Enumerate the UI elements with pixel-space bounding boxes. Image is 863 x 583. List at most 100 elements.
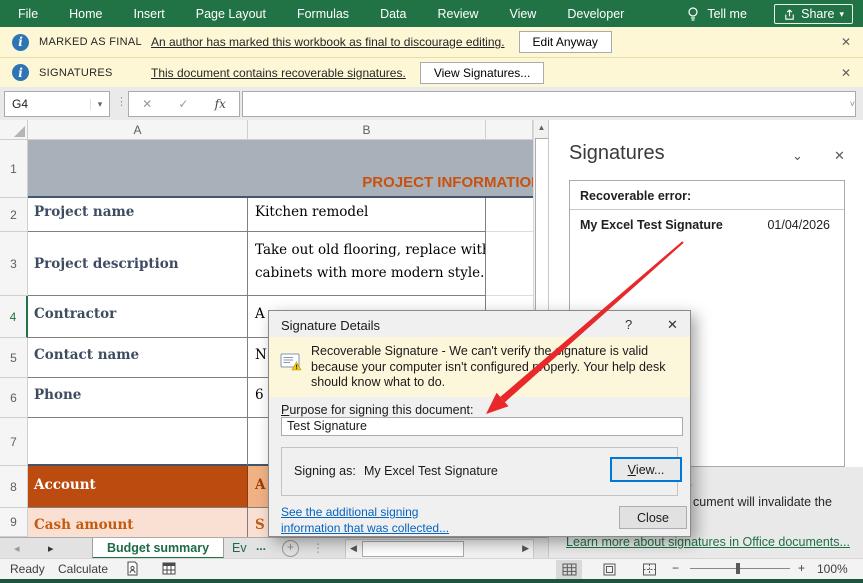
pane-close-icon[interactable]: ✕ (834, 148, 845, 164)
row-header-5[interactable]: 5 (0, 338, 28, 378)
scroll-left-icon[interactable]: ◀ (350, 543, 357, 554)
row-header-3[interactable]: 3 (0, 232, 28, 296)
cell-a1-project-information[interactable]: PROJECT INFORMATION (28, 140, 533, 198)
enter-icon[interactable]: ✓ (178, 97, 188, 111)
select-all-corner[interactable] (0, 120, 28, 140)
close-button[interactable]: Close (619, 506, 687, 529)
purpose-input[interactable]: Test Signature (281, 417, 683, 436)
sheet-tab-overflow[interactable]: ... (256, 539, 266, 553)
column-header-a[interactable]: A (28, 120, 248, 140)
description-line-1: Take out old flooring, replace with new … (255, 242, 485, 258)
info-icon: i (12, 34, 29, 51)
accessibility-checker-icon[interactable] (126, 561, 139, 579)
close-final-bar-icon[interactable]: ✕ (841, 35, 851, 49)
scroll-up-icon[interactable]: ▲ (534, 120, 549, 136)
row-header-9[interactable]: 9 (0, 508, 28, 537)
cell-a3-project-description[interactable]: Project description (28, 232, 248, 296)
pane-chevron-down-icon[interactable]: ⌄ (792, 148, 803, 164)
tab-formulas[interactable]: Formulas (297, 7, 349, 21)
edit-anyway-button[interactable]: Edit Anyway (519, 31, 612, 53)
formula-bar: G4 ▾ ⋮ ✕ ✓ fx ˅ (0, 87, 863, 121)
cell-a5-contact-name[interactable]: Contact name (28, 338, 248, 378)
name-box[interactable]: G4 ▾ (4, 91, 110, 117)
signing-as-label: Signing as: (294, 464, 356, 478)
view-signatures-button[interactable]: View Signatures... (420, 62, 545, 84)
zoom-level[interactable]: 100% (817, 562, 848, 576)
scroll-right-icon[interactable]: ▶ (522, 543, 529, 554)
note-fragment: cument will invalidate the (693, 495, 832, 509)
cell-b3-description[interactable]: Take out old flooring, replace with new … (248, 232, 486, 296)
row-header-2[interactable]: 2 (0, 198, 28, 232)
signing-as-group: Signing as: My Excel Test Signature View… (281, 447, 678, 496)
share-icon (783, 8, 796, 21)
tab-file[interactable]: File (18, 7, 38, 21)
sheet-tab-ev[interactable]: Ev (232, 541, 247, 555)
sheet-nav-right-icon[interactable]: ▸ (48, 542, 54, 555)
formula-input[interactable] (242, 91, 856, 117)
tell-me[interactable]: Tell me (686, 6, 747, 22)
dialog-help-icon[interactable]: ? (625, 317, 632, 332)
macro-record-icon[interactable] (162, 562, 176, 578)
insert-function-icon[interactable]: fx (215, 97, 226, 111)
zoom-in-button[interactable]: + (798, 561, 805, 575)
cell-a7[interactable] (28, 418, 248, 466)
tab-data[interactable]: Data (380, 7, 406, 21)
tab-page-layout[interactable]: Page Layout (196, 7, 266, 21)
row-header-1[interactable]: 1 (0, 140, 28, 198)
tab-developer[interactable]: Developer (567, 7, 624, 21)
zoom-out-button[interactable]: − (672, 561, 679, 575)
ribbon-tabs: File Home Insert Page Layout Formulas Da… (0, 6, 747, 22)
cell-b2-kitchen-remodel[interactable]: Kitchen remodel (248, 198, 486, 232)
page-layout-view-icon[interactable] (596, 560, 622, 579)
formula-bar-divider: ⋮ (116, 95, 127, 108)
zoom-slider[interactable] (690, 568, 790, 569)
normal-view-icon[interactable] (556, 560, 582, 579)
cell-a9-cash-amount[interactable]: Cash amount (28, 508, 248, 537)
signatures-bar: i SIGNATURES This document contains reco… (0, 58, 863, 88)
view-mnemonic: V (628, 463, 636, 477)
name-box-dropdown-icon[interactable]: ▾ (90, 99, 109, 110)
ribbon: File Home Insert Page Layout Formulas Da… (0, 0, 863, 27)
zoom-slider-thumb[interactable] (736, 563, 740, 574)
cancel-icon[interactable]: ✕ (142, 97, 152, 111)
cell-c2[interactable] (486, 198, 533, 232)
status-calculate[interactable]: Calculate (58, 562, 108, 576)
signature-details-dialog: Signature Details ? ✕ Recoverable Signat… (268, 310, 691, 537)
sheet-tab-budget-summary[interactable]: Budget summary (92, 538, 224, 559)
recoverable-error-heading: Recoverable error: (570, 181, 844, 210)
row-header-4-active[interactable]: 4 (0, 296, 28, 338)
window-bottom-edge (0, 579, 863, 583)
tab-view[interactable]: View (509, 7, 536, 21)
cell-c3[interactable] (486, 232, 533, 296)
lightbulb-icon (686, 6, 700, 22)
row-header-6[interactable]: 6 (0, 378, 28, 418)
dialog-close-icon[interactable]: ✕ (667, 317, 678, 333)
cell-a4-contractor[interactable]: Contractor (28, 296, 248, 338)
view-button[interactable]: View... (610, 457, 682, 482)
page-break-preview-icon[interactable] (636, 560, 662, 579)
sheet-nav-left-icon[interactable]: ◂ (14, 542, 20, 555)
tab-review[interactable]: Review (437, 7, 478, 21)
signature-date: 01/04/2026 (767, 218, 830, 232)
share-button[interactable]: Share ▾ (774, 4, 853, 24)
tab-insert[interactable]: Insert (134, 7, 165, 21)
horizontal-scrollbar[interactable]: ◀ ▶ (345, 539, 534, 559)
new-sheet-icon[interactable]: + (282, 540, 299, 557)
column-header-c[interactable] (486, 120, 533, 140)
expand-formula-bar-icon[interactable]: ˅ (850, 99, 855, 109)
tab-home[interactable]: Home (69, 7, 102, 21)
cell-a2-project-name[interactable]: Project name (28, 198, 248, 232)
cell-a6-phone[interactable]: Phone (28, 378, 248, 418)
formula-buttons: ✕ ✓ fx (128, 91, 240, 117)
column-header-b[interactable]: B (248, 120, 486, 140)
additional-signing-info-link[interactable]: See the additional signing information t… (281, 505, 449, 536)
signature-entry[interactable]: My Excel Test Signature 01/04/2026 (570, 210, 844, 232)
description-line-2: cabinets with more modern style. Finish … (255, 265, 485, 281)
row-header-7[interactable]: 7 (0, 418, 28, 466)
row-header-8[interactable]: 8 (0, 466, 28, 508)
cell-a8-account[interactable]: Account (28, 466, 248, 508)
learn-more-link[interactable]: Learn more about signatures in Office do… (566, 535, 850, 549)
horizontal-scrollbar-thumb[interactable] (362, 541, 464, 557)
select-all-triangle-icon (14, 126, 25, 137)
close-signatures-bar-icon[interactable]: ✕ (841, 66, 851, 80)
